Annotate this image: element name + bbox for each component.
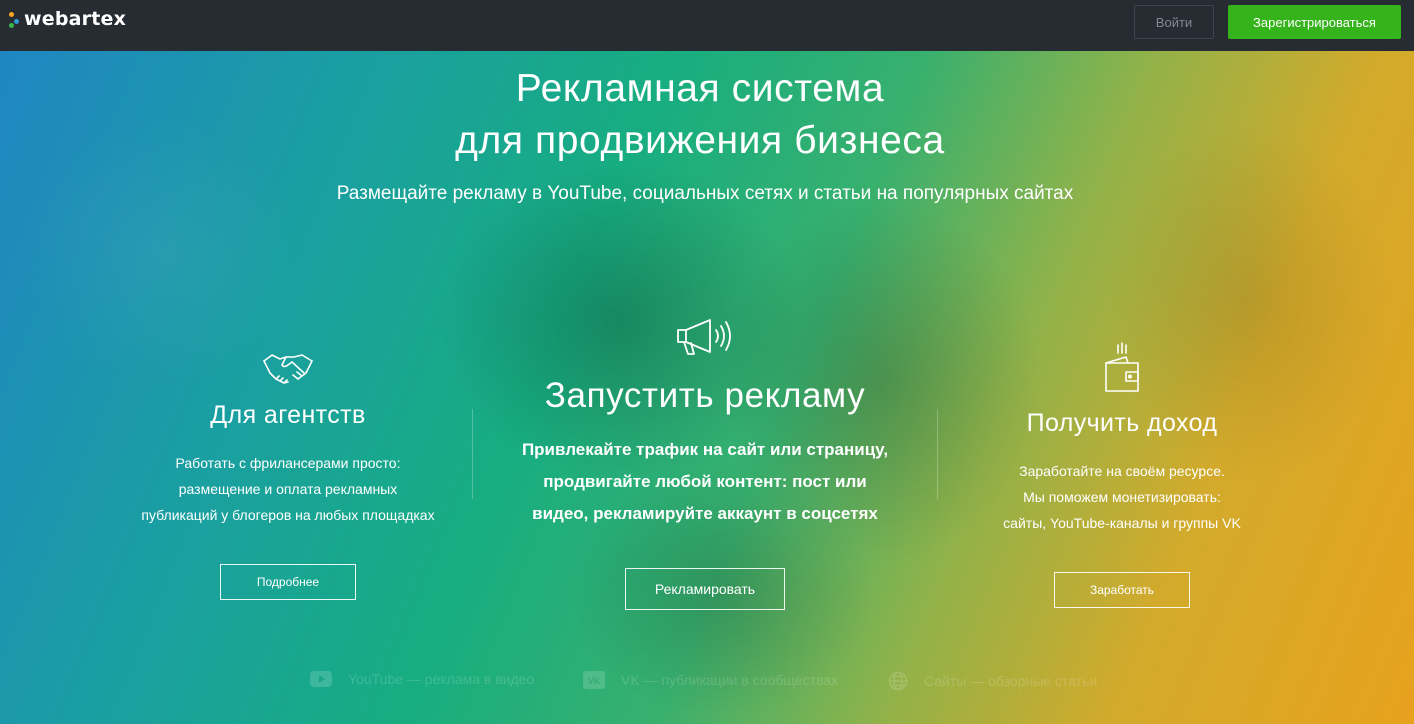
launch-desc-line1: Привлекайте трафик на сайт или страницу,: [521, 440, 889, 459]
logo-dots-icon: [8, 10, 20, 28]
logo-text: webartex: [24, 8, 127, 30]
svg-text:VK: VK: [588, 676, 601, 686]
launch-desc-line2-post: : пост или: [781, 472, 867, 491]
hero-title: Рекламная система для продвижения бизнес…: [300, 63, 1100, 167]
income-column: Получить доход Заработайте на своём ресу…: [940, 341, 1304, 608]
agencies-desc-line3: публикаций у блогеров на любых площадках: [141, 507, 435, 523]
youtube-icon: [310, 671, 332, 687]
wallet-icon: [1105, 342, 1139, 392]
register-button[interactable]: Зарегистрироваться: [1228, 5, 1401, 39]
column-divider: [472, 409, 473, 499]
megaphone-icon: [677, 319, 731, 355]
agencies-desc-line1: Работать с фрилансерами просто:: [175, 455, 401, 471]
agencies-description: Работать с фрилансерами просто: размещен…: [108, 450, 468, 528]
income-description: Заработайте на своём ресурсе. Мы поможем…: [940, 458, 1304, 536]
login-button[interactable]: Войти: [1134, 5, 1214, 39]
agencies-column: Для агентств Работать с фрилансерами про…: [108, 351, 468, 600]
column-divider: [937, 409, 938, 499]
vk-channel-label: VK — публикации в сообществах: [621, 672, 839, 688]
sites-channel-label: Сайты — обзорные статьи: [924, 673, 1098, 689]
income-heading: Получить доход: [1026, 409, 1218, 437]
hero-title-line1: Рекламная система: [515, 67, 885, 110]
youtube-channel-item: YouTube — реклама в видео: [310, 671, 534, 687]
income-desc-line3: сайты, YouTube-каналы и группы VK: [1003, 515, 1241, 531]
hero-subtitle: Размещайте рекламу в YouTube, социальных…: [336, 183, 1074, 204]
launch-ads-description: Привлекайте трафик на сайт или страницу,…: [490, 434, 920, 530]
hero-title-line2: для продвижения бизнеса: [455, 119, 945, 162]
globe-icon: [888, 671, 908, 691]
webartex-logo[interactable]: webartex: [8, 8, 126, 30]
hero-section: Рекламная система для продвижения бизнес…: [0, 51, 1414, 724]
vk-icon: VK: [583, 671, 605, 689]
launch-desc-line3: видео, рекламируйте аккаунт в соцсетях: [532, 504, 878, 523]
sites-channel-item: Сайты — обзорные статьи: [888, 671, 1097, 691]
launch-ads-heading: Запустить рекламу: [544, 376, 866, 415]
launch-ads-column: Запустить рекламу Привлекайте трафик на …: [490, 316, 920, 610]
launch-desc-line2-pre: продвигайте: [543, 472, 656, 491]
advertise-button[interactable]: Рекламировать: [625, 568, 785, 610]
agencies-heading: Для агентств: [210, 401, 366, 429]
youtube-channel-label: YouTube — реклама в видео: [348, 671, 535, 687]
income-desc-line2: Мы поможем монетизировать:: [1023, 489, 1221, 505]
top-navbar: webartex Войти Зарегистрироваться: [0, 0, 1414, 51]
earn-button[interactable]: Заработать: [1054, 572, 1190, 608]
handshake-icon: [263, 354, 313, 384]
vk-channel-item: VK VK — публикации в сообществах: [583, 671, 838, 689]
agencies-desc-line2: размещение и оплата рекламных: [178, 481, 398, 497]
income-desc-line1: Заработайте на своём ресурсе.: [1019, 463, 1225, 479]
more-info-button[interactable]: Подробнее: [220, 564, 356, 600]
launch-desc-line2-bold: любой контент: [655, 472, 782, 491]
channels-row: YouTube — реклама в видео VK VK — публик…: [0, 671, 1414, 701]
